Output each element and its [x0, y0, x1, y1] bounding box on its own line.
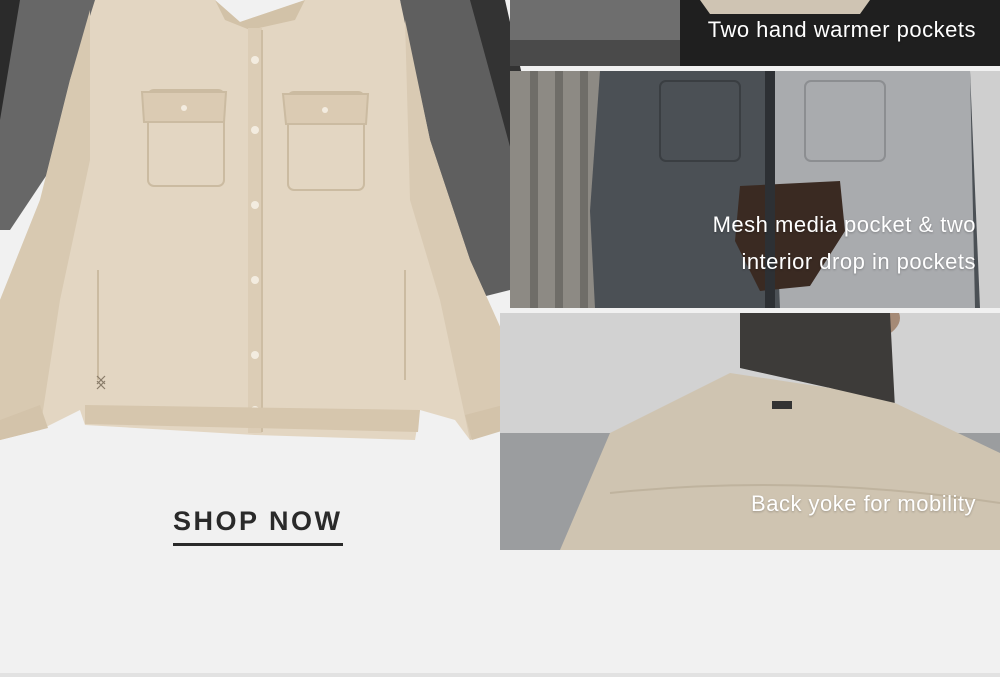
feature-caption: Mesh media pocket & two interior drop in…	[713, 206, 976, 280]
feature-panel-media-pocket: Mesh media pocket & two interior drop in…	[510, 71, 1000, 308]
shop-now-link[interactable]: SHOP NOW	[173, 505, 343, 546]
section-divider	[0, 673, 1000, 677]
feature-caption: Back yoke for mobility	[751, 485, 976, 522]
product-image-shirt-jackets[interactable]	[0, 0, 545, 460]
jacket-illustration	[0, 0, 540, 440]
caption-line: interior drop in pockets	[741, 249, 976, 274]
caption-line: Two hand warmer pockets	[707, 17, 976, 42]
caption-line: Mesh media pocket & two	[712, 212, 976, 237]
feature-panel-back-yoke: Back yoke for mobility	[500, 313, 1000, 550]
caption-line: Back yoke for mobility	[751, 491, 976, 516]
product-promo-section: SHOP NOW Two hand warmer pockets Mesh me…	[0, 0, 1000, 677]
feature-panel-hand-warmer-pockets: Two hand warmer pockets	[510, 0, 1000, 66]
feature-caption: Two hand warmer pockets	[708, 11, 976, 48]
